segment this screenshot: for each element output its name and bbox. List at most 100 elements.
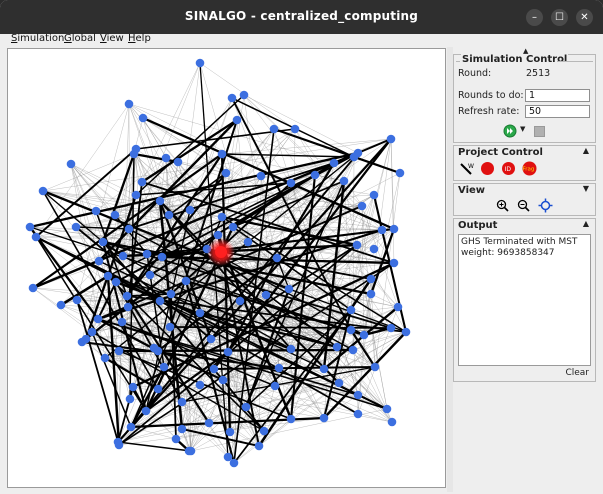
- graph-node[interactable]: [357, 201, 367, 211]
- graph-node[interactable]: [310, 170, 320, 180]
- graph-node[interactable]: [206, 334, 216, 344]
- graph-node[interactable]: [185, 205, 195, 215]
- graph-node[interactable]: [145, 270, 155, 280]
- graph-node[interactable]: [31, 232, 41, 242]
- output-collapse-icon[interactable]: ▲: [583, 219, 589, 228]
- graph-node[interactable]: [71, 222, 81, 232]
- graph-node[interactable]: [221, 168, 231, 178]
- stop-icon[interactable]: [534, 126, 545, 137]
- run-icon[interactable]: [503, 124, 517, 138]
- graph-node[interactable]: [114, 346, 124, 356]
- graph-node[interactable]: [286, 344, 296, 354]
- graph-node[interactable]: [161, 153, 171, 163]
- graph-node[interactable]: [339, 176, 349, 186]
- graph-node[interactable]: [157, 252, 167, 262]
- graph-node[interactable]: [122, 291, 132, 301]
- graph-node[interactable]: [138, 113, 148, 123]
- graph-node[interactable]: [159, 362, 169, 372]
- graph-node[interactable]: [389, 224, 399, 234]
- graph-node[interactable]: [110, 210, 120, 220]
- menu-view[interactable]: View: [100, 33, 124, 44]
- graph-node[interactable]: [155, 196, 165, 206]
- graph-node[interactable]: [204, 418, 214, 428]
- graph-node[interactable]: [98, 237, 108, 247]
- graph-node[interactable]: [261, 290, 271, 300]
- graph-node[interactable]: [141, 406, 151, 416]
- graph-node[interactable]: [217, 212, 227, 222]
- weight-edge-icon[interactable]: W: [459, 161, 475, 175]
- project-control-collapse-icon[interactable]: ▲: [583, 146, 589, 155]
- graph-node[interactable]: [25, 222, 35, 232]
- graph-node[interactable]: [366, 274, 376, 284]
- graph-node[interactable]: [334, 378, 344, 388]
- graph-node[interactable]: [274, 363, 284, 373]
- graph-node[interactable]: [117, 317, 127, 327]
- graph-node[interactable]: [209, 364, 219, 374]
- graph-node[interactable]: [349, 152, 359, 162]
- graph-node[interactable]: [137, 177, 147, 187]
- graph-node[interactable]: [332, 342, 342, 352]
- graph-node[interactable]: [329, 158, 339, 168]
- graph-node[interactable]: [223, 347, 233, 357]
- graph-node[interactable]: [195, 380, 205, 390]
- graph-node[interactable]: [131, 190, 141, 200]
- graph-node[interactable]: [56, 300, 66, 310]
- menu-global[interactable]: Global: [64, 33, 96, 44]
- graph-node[interactable]: [386, 323, 396, 333]
- graph-node[interactable]: [164, 210, 174, 220]
- reset-nodes-icon[interactable]: [480, 161, 495, 176]
- graph-node[interactable]: [153, 346, 163, 356]
- graph-node[interactable]: [228, 222, 238, 232]
- graph-node[interactable]: [195, 308, 205, 318]
- graph-node[interactable]: [114, 440, 124, 450]
- graph-node[interactable]: [319, 413, 329, 423]
- graph-node[interactable]: [81, 334, 91, 344]
- graph-node[interactable]: [186, 446, 196, 456]
- menu-simulation[interactable]: Simulation: [11, 33, 64, 44]
- graph-node[interactable]: [346, 305, 356, 315]
- graph-node[interactable]: [272, 253, 282, 263]
- zoom-out-icon[interactable]: [517, 199, 530, 212]
- graph-node[interactable]: [93, 314, 103, 324]
- network-graph[interactable]: [8, 49, 445, 487]
- graph-node[interactable]: [377, 225, 387, 235]
- graph-node[interactable]: [126, 422, 136, 432]
- graph-node[interactable]: [387, 417, 397, 427]
- maximize-button[interactable]: ☐: [551, 9, 568, 26]
- graph-node[interactable]: [94, 256, 104, 266]
- graph-node[interactable]: [243, 237, 253, 247]
- graph-node[interactable]: [270, 381, 280, 391]
- graph-node[interactable]: [241, 402, 251, 412]
- graph-node[interactable]: [177, 397, 187, 407]
- graph-node[interactable]: [195, 58, 205, 68]
- graph-node[interactable]: [223, 452, 233, 462]
- zoom-to-fit-icon[interactable]: [538, 198, 553, 213]
- graph-node[interactable]: [91, 206, 101, 216]
- output-text-area[interactable]: GHS Terminated with MST weight: 96938583…: [458, 234, 591, 366]
- graph-node[interactable]: [165, 322, 175, 332]
- graph-node[interactable]: [181, 276, 191, 286]
- graph-node[interactable]: [290, 124, 300, 134]
- graph-node[interactable]: [225, 427, 235, 437]
- graph-node[interactable]: [100, 353, 110, 363]
- graph-node[interactable]: [389, 258, 399, 268]
- graph-node[interactable]: [217, 149, 227, 159]
- graph-node[interactable]: [227, 93, 237, 103]
- graph-node[interactable]: [346, 325, 356, 335]
- graph-node[interactable]: [235, 296, 245, 306]
- graph-node[interactable]: [131, 144, 141, 154]
- graph-node[interactable]: [123, 302, 133, 312]
- graph-node[interactable]: [259, 426, 269, 436]
- graph-node[interactable]: [28, 283, 38, 293]
- zoom-in-icon[interactable]: [496, 199, 509, 212]
- graph-node[interactable]: [284, 284, 294, 294]
- graph-node[interactable]: [118, 251, 128, 261]
- graph-node[interactable]: [111, 277, 121, 287]
- graph-node[interactable]: [352, 240, 362, 250]
- rounds-to-do-input[interactable]: 1: [525, 89, 590, 102]
- graph-node[interactable]: [254, 441, 264, 451]
- graph-node[interactable]: [269, 124, 279, 134]
- graph-node[interactable]: [395, 168, 405, 178]
- graph-node[interactable]: [319, 364, 329, 374]
- graph-node[interactable]: [128, 382, 138, 392]
